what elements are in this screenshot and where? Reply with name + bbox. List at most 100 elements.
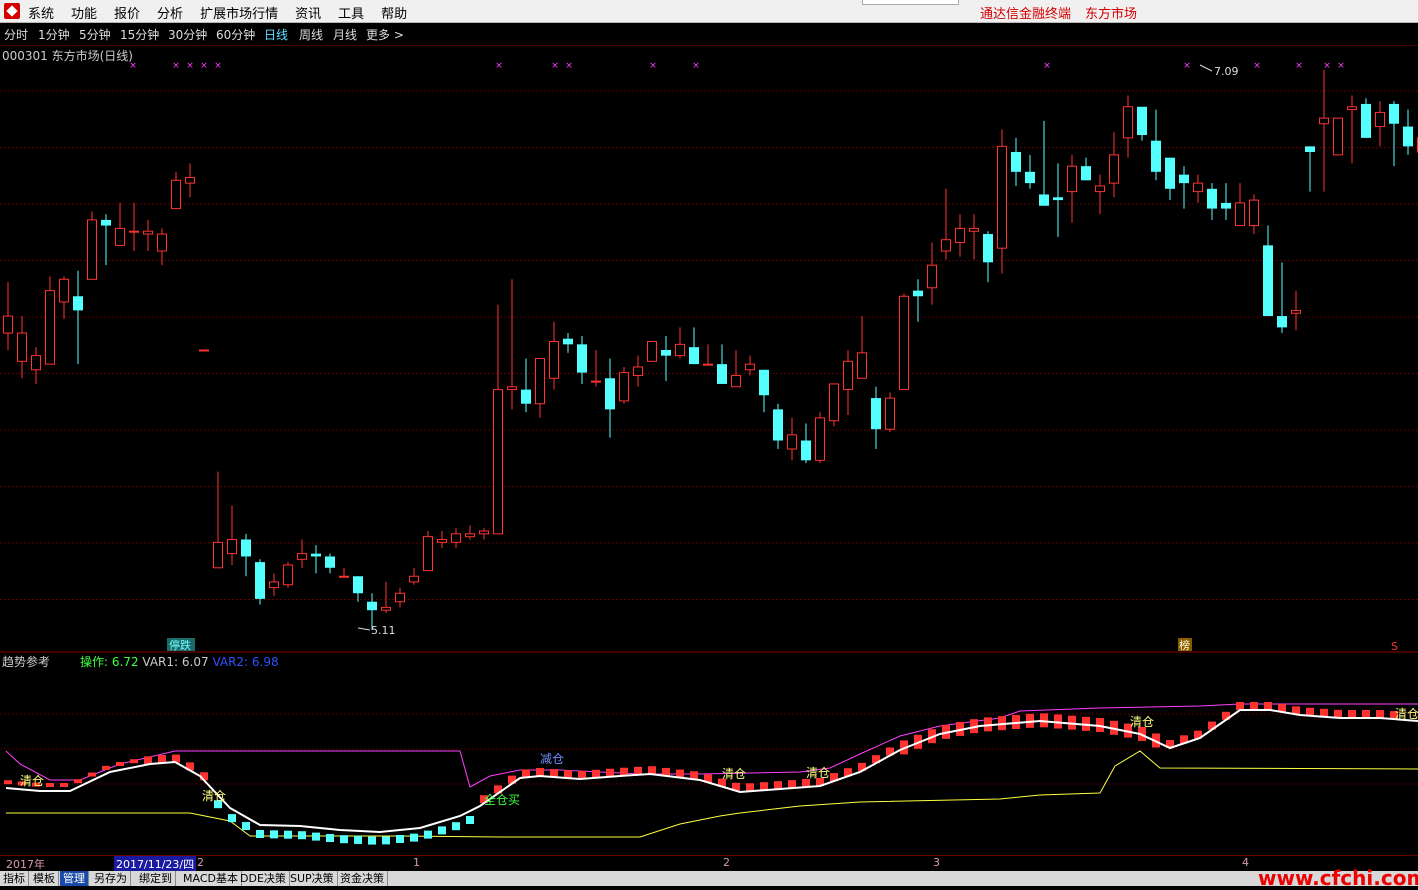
candle-body xyxy=(970,228,979,231)
high-price-label: 7.09 xyxy=(1214,65,1239,78)
indicator-bar xyxy=(46,783,54,787)
indicator-bar xyxy=(326,834,334,842)
period-tab-2[interactable]: 5分钟 xyxy=(79,26,111,43)
menu-item-2[interactable]: 报价 xyxy=(114,3,140,22)
period-tab-4[interactable]: 30分钟 xyxy=(168,26,207,43)
tab-1[interactable]: 模板 xyxy=(30,871,59,886)
tab-4[interactable]: 绑定到 xyxy=(136,871,176,886)
candle-body xyxy=(508,387,517,390)
candle-body xyxy=(746,364,755,370)
candle-body xyxy=(1011,152,1021,172)
top-marker: × xyxy=(649,61,657,71)
candle-body xyxy=(88,220,97,279)
indicator-bar xyxy=(102,766,110,770)
candle-body xyxy=(676,344,685,355)
top-marker: × xyxy=(1043,61,1051,71)
top-marker: × xyxy=(186,61,194,71)
candle-body xyxy=(452,534,461,542)
indicator-bar xyxy=(382,836,390,844)
tab-7[interactable]: SUP决策 xyxy=(287,871,338,886)
tab-8[interactable]: 资金决策 xyxy=(337,871,388,886)
candle-body xyxy=(1361,104,1371,138)
var2-value: VAR2: 6.98 xyxy=(212,655,278,669)
candle-body xyxy=(186,177,195,183)
time-label-0: 2017年 xyxy=(6,856,45,872)
chart-canvas[interactable]: ××××××××××××××××5.117.09停跌榜S清仓清仓减仓全仓买清仓清… xyxy=(0,46,1418,856)
candle-body xyxy=(858,353,867,378)
search-input[interactable] xyxy=(862,0,959,5)
menu-item-1[interactable]: 功能 xyxy=(71,3,97,22)
top-marker: × xyxy=(1323,61,1331,71)
indicator-bar xyxy=(1362,710,1370,718)
candle-body xyxy=(1320,118,1329,124)
candle-body xyxy=(466,534,475,537)
period-bar: 分时 1分钟 5分钟 15分钟 30分钟 60分钟日线周线月线更多 > xyxy=(0,23,1418,46)
signal-label-3: 全仓买 xyxy=(484,792,520,807)
candle-body xyxy=(1389,104,1399,124)
tab-5[interactable]: MACD基本 xyxy=(180,871,242,886)
indicator-bar xyxy=(116,762,124,766)
candle-body xyxy=(311,554,321,557)
candle-body xyxy=(689,347,699,364)
signal-label-4: 清仓 xyxy=(722,767,746,781)
period-tab-0[interactable]: 分时 xyxy=(4,26,28,43)
candle-body xyxy=(592,381,601,382)
menu-link-1[interactable]: 东方市场 xyxy=(1085,7,1137,22)
candle-body xyxy=(759,370,769,395)
indicator-bar xyxy=(270,830,278,838)
indicator-bar xyxy=(452,822,460,830)
candle-body xyxy=(871,398,881,429)
menu-item-5[interactable]: 资讯 xyxy=(295,3,321,22)
candle-body xyxy=(830,384,839,421)
period-tab-3[interactable]: 15分钟 xyxy=(120,26,159,43)
candle-body xyxy=(172,180,181,208)
candle-body xyxy=(144,231,153,234)
period-tab-6[interactable]: 日线 xyxy=(264,26,288,43)
bang-badge: 榜 xyxy=(1179,638,1190,652)
top-marker: × xyxy=(214,61,222,71)
period-tab-1[interactable]: 1分钟 xyxy=(38,26,70,43)
candle-body xyxy=(634,367,643,375)
top-marker: × xyxy=(565,61,573,71)
tab-3[interactable]: 另存为 xyxy=(91,871,131,886)
menu-item-3[interactable]: 分析 xyxy=(157,3,183,22)
candle-body xyxy=(648,342,657,362)
menu-item-7[interactable]: 帮助 xyxy=(381,3,407,22)
menu-item-6[interactable]: 工具 xyxy=(338,3,364,22)
candle-body xyxy=(956,228,965,242)
period-tab-7[interactable]: 周线 xyxy=(299,26,323,43)
indicator-bar xyxy=(256,830,264,838)
indicator-bar xyxy=(466,816,474,824)
candle-body xyxy=(550,342,559,379)
period-tab-5[interactable]: 60分钟 xyxy=(216,26,255,43)
period-tab-9[interactable]: 更多 > xyxy=(366,26,404,43)
candle-body xyxy=(396,593,405,601)
indicator-bar xyxy=(4,780,12,784)
top-marker: × xyxy=(129,61,137,71)
menu-item-4[interactable]: 扩展市场行情 xyxy=(200,3,278,22)
op-value: 操作: 6.72 xyxy=(80,655,139,669)
period-tab-8[interactable]: 月线 xyxy=(333,26,357,43)
tab-2[interactable]: 管理 xyxy=(60,871,89,886)
candle-body xyxy=(130,231,139,232)
indicator-bar xyxy=(228,814,236,822)
signal-label-0: 清仓 xyxy=(20,774,44,788)
candle-body xyxy=(1277,316,1287,327)
candle-body xyxy=(983,234,993,262)
candle-body xyxy=(284,565,293,585)
candle-body xyxy=(367,602,377,610)
candle-body xyxy=(773,409,783,440)
menu-link-0[interactable]: 通达信金融终端 xyxy=(980,7,1071,22)
indicator-bar xyxy=(130,759,138,763)
candle-body xyxy=(816,418,825,460)
top-marker: × xyxy=(172,61,180,71)
candle-body xyxy=(1194,183,1203,191)
tab-0[interactable]: 指标 xyxy=(0,871,29,886)
indicator-bar xyxy=(410,834,418,842)
menu-item-0[interactable]: 系统 xyxy=(28,3,54,22)
tab-6[interactable]: DDE决策 xyxy=(237,871,290,886)
candle-body xyxy=(577,344,587,372)
candle-body xyxy=(844,361,853,389)
indicator-bar xyxy=(368,837,376,845)
candle-body xyxy=(46,291,55,365)
